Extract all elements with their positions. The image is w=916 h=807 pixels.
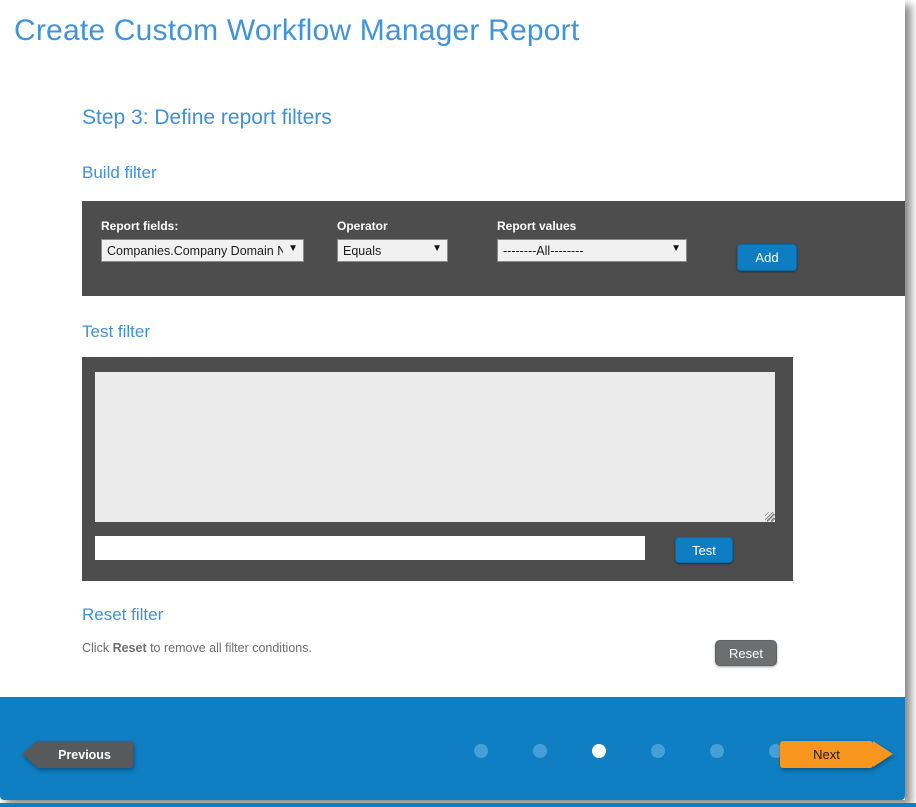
report-fields-select[interactable]: Companies.Company Domain Na — [101, 239, 304, 262]
instruction-suffix: to remove all filter conditions. — [147, 641, 312, 655]
report-values-group: Report values --------All-------- ▼ — [497, 219, 687, 262]
reset-filter-heading: Reset filter — [82, 605, 163, 625]
wizard-footer: Previous Next — [0, 697, 905, 800]
test-filter-panel: Test — [82, 357, 793, 581]
step-dots — [474, 744, 783, 758]
next-button-label: Next — [780, 741, 873, 768]
instruction-prefix: Click — [82, 641, 113, 655]
build-filter-heading: Build filter — [82, 163, 157, 183]
page-title: Create Custom Workflow Manager Report — [14, 14, 579, 48]
report-values-label: Report values — [497, 219, 687, 233]
previous-button-label: Previous — [36, 741, 133, 768]
arrow-left-icon — [22, 741, 37, 767]
wizard-page: Create Custom Workflow Manager Report St… — [0, 0, 905, 800]
add-button[interactable]: Add — [737, 244, 797, 271]
report-values-select[interactable]: --------All-------- — [497, 239, 687, 262]
step-dot-1 — [474, 744, 488, 758]
report-fields-group: Report fields: Companies.Company Domain … — [101, 219, 304, 262]
test-value-input[interactable] — [95, 536, 645, 560]
operator-label: Operator — [337, 219, 448, 233]
test-button[interactable]: Test — [675, 537, 733, 563]
build-filter-panel: Report fields: Companies.Company Domain … — [82, 201, 905, 296]
reset-instruction: Click Reset to remove all filter conditi… — [82, 641, 312, 655]
step-dot-3 — [592, 744, 606, 758]
instruction-bold: Reset — [113, 641, 147, 655]
filter-expression-textarea[interactable] — [95, 372, 775, 522]
step-heading: Step 3: Define report filters — [82, 106, 332, 130]
arrow-right-icon — [873, 741, 893, 767]
operator-group: Operator Equals ▼ — [337, 219, 448, 262]
test-filter-heading: Test filter — [82, 322, 150, 342]
step-dot-4 — [651, 744, 665, 758]
report-fields-label: Report fields: — [101, 219, 304, 233]
step-dot-2 — [533, 744, 547, 758]
reset-button[interactable]: Reset — [715, 640, 777, 666]
bottom-edge-bar — [0, 803, 916, 807]
operator-select[interactable]: Equals — [337, 239, 448, 262]
step-dot-5 — [710, 744, 724, 758]
